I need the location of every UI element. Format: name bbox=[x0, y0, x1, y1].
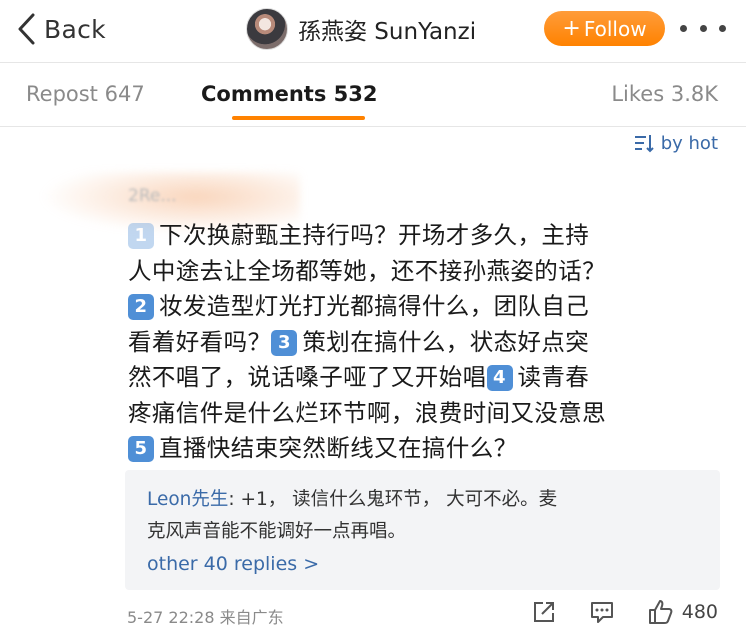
comment-text: 人中途去让全场都等她，还不接孙燕姿的话？ bbox=[128, 256, 606, 285]
sort-label: by hot bbox=[660, 132, 718, 154]
reply: Leon先生: +1， 读信什么鬼环节， 大可不必。麦 克风声音能不能调好一点再… bbox=[147, 484, 707, 548]
nav-divider bbox=[0, 62, 746, 63]
profile-header[interactable]: 孫燕姿 SunYanzi bbox=[246, 8, 476, 50]
comment-body: 1 下次换蔚甄主持行吗？开场才多久，主持 人中途去让全场都等她，还不接孙燕姿的话？… bbox=[128, 218, 718, 467]
follow-label: Follow bbox=[583, 16, 647, 41]
comment-text: 读青春 bbox=[517, 363, 590, 391]
comment-line: 疼痛信件是什么烂环节啊，浪费时间又没意思 bbox=[128, 396, 718, 432]
comment-icon[interactable] bbox=[588, 598, 616, 626]
sort-icon bbox=[634, 135, 654, 153]
number-badge-icon: 1 bbox=[128, 223, 154, 249]
like-count: 480 bbox=[681, 601, 718, 623]
number-badge-icon: 3 bbox=[271, 329, 298, 356]
comment-source: 来自广东 bbox=[219, 608, 284, 627]
comment-line: 然不唱了，说话嗓子哑了又开始唱 4 读青春 bbox=[128, 360, 718, 396]
avatar[interactable] bbox=[246, 8, 288, 50]
top-nav: Back 孫燕姿 SunYanzi + Follow bbox=[0, 0, 746, 60]
tab-likes[interactable]: Likes 3.8K bbox=[611, 82, 718, 106]
follow-button[interactable]: + Follow bbox=[544, 11, 665, 46]
replies-box[interactable]: Leon先生: +1， 读信什么鬼环节， 大可不必。麦 克风声音能不能调好一点再… bbox=[125, 470, 720, 590]
plus-icon: + bbox=[562, 16, 581, 41]
comment-text: 策划在搞什么，状态好点突 bbox=[302, 327, 590, 356]
share-icon[interactable] bbox=[530, 598, 558, 626]
comment-text: 妆发造型灯光打光都搞得什么，团队自己 bbox=[159, 292, 590, 320]
reply-line: Leon先生: +1， 读信什么鬼环节， 大可不必。麦 bbox=[147, 484, 707, 516]
back-label: Back bbox=[44, 14, 106, 44]
comment-text: 看着好看吗？ bbox=[128, 327, 272, 356]
comment-text: 直播快结束突然断线又在搞什么？ bbox=[159, 434, 518, 462]
comment-time: 5-27 22:28 bbox=[127, 608, 215, 627]
tab-bar: Repost 647 Comments 532 Likes 3.8K bbox=[0, 64, 746, 126]
dot bbox=[699, 24, 707, 32]
number-badge-icon: 5 bbox=[128, 436, 154, 462]
tabs-divider bbox=[0, 126, 746, 127]
thumbs-up-icon[interactable] bbox=[646, 598, 674, 626]
number-badge-icon: 2 bbox=[128, 294, 154, 320]
active-tab-indicator bbox=[232, 116, 365, 120]
back-button[interactable]: Back bbox=[16, 8, 106, 50]
comment-line: 2 妆发造型灯光打光都搞得什么，团队自己 bbox=[128, 289, 718, 325]
sort-button[interactable]: by hot bbox=[633, 132, 718, 154]
more-replies-link[interactable]: other 40 replies > bbox=[147, 553, 319, 575]
tab-comments[interactable]: Comments 532 bbox=[201, 82, 377, 106]
dot bbox=[680, 24, 687, 32]
comment-line: 1 下次换蔚甄主持行吗？开场才多久，主持 bbox=[128, 218, 718, 254]
comment-line: 5 直播快结束突然断线又在搞什么？ bbox=[128, 431, 718, 467]
comment-text: 然不唱了，说话嗓子哑了又开始唱 bbox=[128, 363, 487, 391]
commenter-name[interactable]: 2Re... bbox=[128, 186, 177, 206]
more-dots-icon[interactable] bbox=[680, 18, 726, 38]
reply-user[interactable]: Leon先生 bbox=[147, 489, 228, 510]
comment-line: 看着好看吗？ 3 策划在搞什么，状态好点突 bbox=[128, 325, 718, 361]
number-badge-icon: 4 bbox=[486, 365, 513, 391]
tab-repost[interactable]: Repost 647 bbox=[26, 82, 145, 106]
comment-text: 疼痛信件是什么烂环节啊，浪费时间又没意思 bbox=[128, 398, 606, 427]
chevron-left-icon bbox=[18, 13, 35, 45]
reply-line: 克风声音能不能调好一点再唱。 bbox=[147, 521, 407, 542]
comment-line: 人中途去让全场都等她，还不接孙燕姿的话？ bbox=[128, 254, 718, 290]
comment-meta: 5-27 22:28 来自广东 bbox=[127, 604, 284, 628]
reply-text: : +1， 读信什么鬼环节， 大可不必。麦 bbox=[228, 489, 558, 510]
comment-actions: 480 bbox=[530, 598, 718, 626]
profile-name[interactable]: 孫燕姿 SunYanzi bbox=[298, 12, 476, 46]
dot bbox=[719, 24, 726, 32]
comment-text: 下次换蔚甄主持行吗？开场才多久，主持 bbox=[159, 221, 590, 249]
